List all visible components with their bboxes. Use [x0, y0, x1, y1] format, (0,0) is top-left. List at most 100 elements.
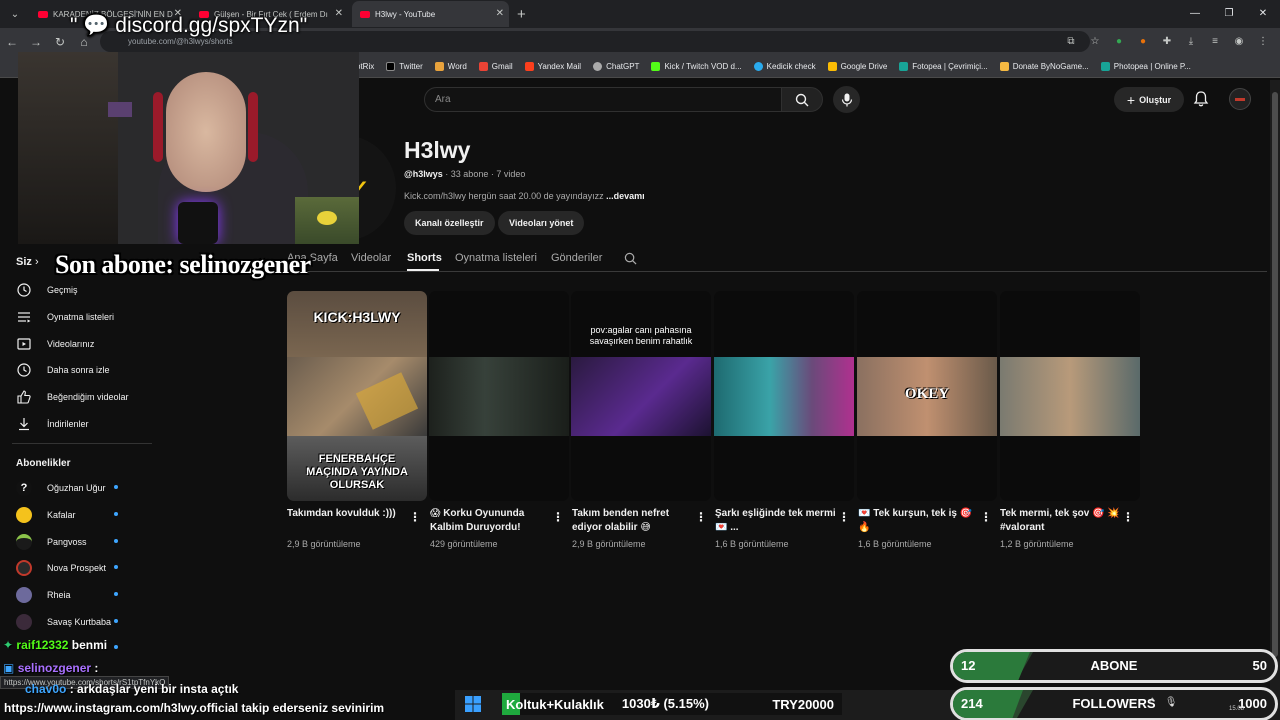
tab-shorts[interactable]: Shorts	[407, 252, 442, 264]
short-title[interactable]: Tek mermi, tek şov 🎯 💥 #valorant	[1000, 507, 1124, 535]
goal-label: FOLLOWERS	[1072, 696, 1156, 711]
sidebar-item-history[interactable]: Geçmiş	[16, 282, 78, 298]
short-thumbnail[interactable]	[429, 291, 569, 501]
subscription-item[interactable]: Nova Prospekt	[16, 560, 106, 576]
bookmark-item[interactable]: Kick / Twitch VOD d...	[651, 61, 742, 71]
bookmark-item[interactable]: Kedicik check	[753, 61, 816, 71]
page-scrollbar[interactable]	[1270, 80, 1280, 720]
channel-description[interactable]: Kick.com/h3lwy hergün saat 20.00 de yayı…	[404, 191, 645, 201]
donation-goal-amount: 1030₺ (5.15%)	[621, 696, 709, 711]
restore-icon[interactable]: ❐	[1212, 0, 1246, 28]
channel-search-icon[interactable]	[624, 252, 637, 265]
short-thumbnail[interactable]	[1000, 291, 1140, 501]
sidebar-item-watch-later[interactable]: Daha sonra izle	[16, 362, 110, 378]
profile-icon[interactable]: ◉	[1230, 32, 1248, 50]
menu-kebab-icon[interactable]: ⋮	[1254, 32, 1272, 50]
sidebar-item-downloads[interactable]: İndirilenler	[16, 416, 89, 432]
create-button[interactable]: + Oluştur	[1114, 87, 1184, 112]
bookmark-item[interactable]: Yandex Mail	[524, 61, 581, 71]
channel-avatar	[16, 614, 32, 630]
back-icon[interactable]: ←	[0, 35, 24, 49]
install-icon[interactable]: ⧉	[1062, 32, 1080, 50]
more-options-icon[interactable]: ⋮	[838, 510, 850, 524]
more-options-icon[interactable]: ⋮	[1122, 510, 1134, 524]
more-options-icon[interactable]: ⋮	[409, 510, 421, 524]
new-content-dot	[114, 539, 118, 543]
thumbnail-overlay-text: OKEY	[904, 386, 950, 402]
bookmark-item[interactable]: Gmail	[478, 61, 513, 71]
more-link[interactable]: ...devamı	[606, 191, 645, 201]
media-icon[interactable]: ≡	[1206, 32, 1224, 50]
subscription-item[interactable]: ? Oğuzhan Uğur	[16, 480, 106, 496]
sidebar-item-playlists[interactable]: Oynatma listeleri	[16, 309, 114, 325]
subscription-item[interactable]: Kafalar	[16, 507, 76, 523]
channel-name: H3lwy	[404, 137, 471, 163]
tab-search-icon[interactable]: ⌄	[4, 3, 26, 25]
search-button[interactable]	[781, 87, 823, 112]
sidebar-item-your-videos[interactable]: Videolarınız	[16, 336, 94, 352]
short-title[interactable]: 😱 Korku Oyununda Kalbim Duruyordu!	[430, 507, 554, 535]
subscription-item[interactable]: Pangvoss	[16, 534, 87, 550]
forward-icon[interactable]: →	[24, 35, 48, 49]
windows-start-icon[interactable]	[465, 696, 481, 712]
minimize-icon[interactable]: —	[1178, 0, 1212, 28]
more-options-icon[interactable]: ⋮	[980, 510, 992, 524]
voice-search-button[interactable]	[833, 86, 860, 113]
bookmark-item[interactable]: Fotopea | Çevrimiçi...	[899, 61, 988, 71]
channel-tabs: Ana Sayfa Videolar Shorts Oynatma listel…	[287, 247, 1267, 272]
short-views: 1,6 B görüntüleme	[858, 539, 932, 549]
bookmark-item[interactable]: Word	[434, 61, 467, 71]
tab-posts[interactable]: Gönderiler	[551, 252, 602, 264]
thumbnail-image	[429, 357, 569, 436]
sidebar-you-heading[interactable]: Siz ›	[16, 256, 39, 268]
reload-icon[interactable]: ↻	[48, 35, 72, 49]
account-avatar[interactable]	[1229, 88, 1251, 110]
customize-channel-button[interactable]: Kanalı özelleştir	[404, 211, 495, 235]
extension-icon[interactable]: ●	[1110, 32, 1128, 50]
short-thumbnail[interactable]	[714, 291, 854, 501]
short-thumbnail[interactable]: pov:agalar canı pahasına savaşırken beni…	[571, 291, 711, 501]
download-icon[interactable]: ⤓	[1182, 32, 1200, 50]
thumbnail-overlay-text: KICK:H3LWY	[313, 309, 401, 325]
headphone-shape	[153, 92, 163, 162]
close-window-icon[interactable]: ✕	[1246, 0, 1280, 28]
bookmark-item[interactable]: Donate ByNoGame...	[999, 61, 1089, 71]
scrollbar-thumb[interactable]	[1272, 92, 1278, 657]
sidebar-item-liked-videos[interactable]: Beğendiğim videolar	[16, 389, 129, 405]
tab-videos[interactable]: Videolar	[351, 252, 391, 264]
subscription-item[interactable]: Savaş Kurtbaba	[16, 614, 111, 630]
donation-goal-target: TRY20000	[772, 696, 834, 712]
more-options-icon[interactable]: ⋮	[552, 510, 564, 524]
short-title[interactable]: Şarkı eşliğinde tek mermi 💌 ...	[715, 507, 839, 535]
chat-message: chav0o : arkdaşlar yeni bir insta açtık	[25, 682, 239, 696]
bookmark-item[interactable]: Google Drive	[827, 61, 887, 71]
chevron-up-icon[interactable]: ^	[1150, 697, 1155, 708]
chat-message: ▣ selinozgener :	[3, 661, 99, 675]
close-icon[interactable]: ✕	[496, 8, 504, 19]
short-title[interactable]: Takımdan kovulduk :)))	[287, 507, 411, 521]
extensions-puzzle-icon[interactable]: ✚	[1158, 32, 1176, 50]
manage-videos-button[interactable]: Videoları yönet	[498, 211, 585, 235]
extension-icon[interactable]: ●	[1134, 32, 1152, 50]
short-thumbnail[interactable]: OKEY	[857, 291, 997, 501]
bookmark-star-icon[interactable]: ☆	[1086, 32, 1104, 50]
bookmark-item[interactable]: ChatGPT	[593, 61, 639, 71]
microphone-icon	[841, 93, 852, 106]
notifications-bell-icon[interactable]	[1192, 90, 1210, 108]
short-title[interactable]: 💌 Tek kurşun, tek iş 🎯 🔥	[858, 507, 982, 535]
subscription-item[interactable]: Rheia	[16, 587, 71, 603]
bookmark-item[interactable]: Twitter	[386, 61, 423, 71]
browser-tab-active[interactable]: H3lwy - YouTube ✕	[352, 1, 509, 27]
search-input[interactable]: Ara	[424, 87, 782, 112]
close-icon[interactable]: ✕	[335, 8, 343, 19]
instagram-ticker: https://www.instagram.com/h3lwy.official…	[4, 701, 385, 715]
tab-playlists[interactable]: Oynatma listeleri	[455, 252, 537, 264]
channel-avatar	[16, 507, 32, 523]
short-thumbnail[interactable]: KICK:H3LWY FENERBAHÇE MAÇINDA YAYINDA OL…	[287, 291, 427, 501]
short-title[interactable]: Takım benden nefret ediyor olabilir 😅	[572, 507, 696, 535]
microphone-icon[interactable]: 🎙	[1165, 697, 1178, 708]
webcam-feed	[18, 52, 359, 244]
more-options-icon[interactable]: ⋮	[695, 510, 707, 524]
bookmark-item[interactable]: Photopea | Online P...	[1100, 61, 1191, 71]
new-tab-icon[interactable]: +	[517, 6, 526, 23]
